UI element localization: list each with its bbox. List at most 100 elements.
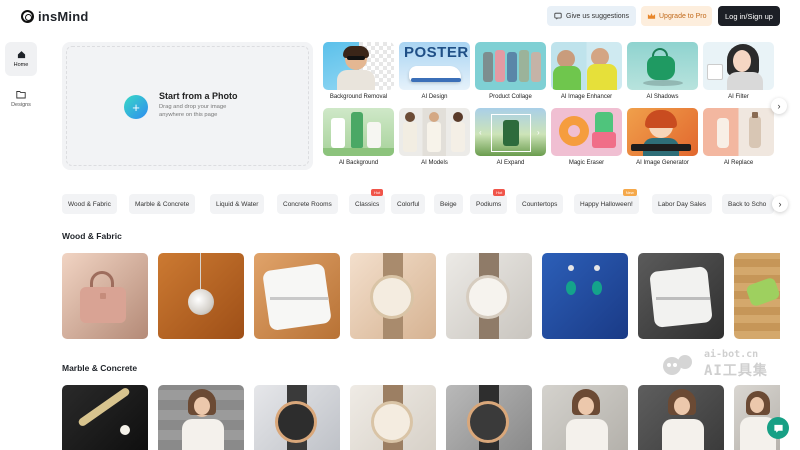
chip-category[interactable]: Happy Halloween! New (574, 189, 639, 214)
chevron-right-icon: › (778, 199, 782, 209)
upgrade-pro-label: Upgrade to Pro (659, 12, 707, 20)
tool-thumb (627, 108, 698, 156)
sidebar-item-designs[interactable]: Designs (5, 82, 37, 116)
sidebar-item-label: Home (13, 62, 29, 68)
watermark-line1: ai-bot.cn (704, 349, 759, 360)
chip-category[interactable]: Back to Scho (722, 194, 774, 214)
logo-text: insMind (38, 9, 89, 24)
hot-badge: Hot (493, 189, 506, 196)
tool-card-ai-replace[interactable]: AI Replace (703, 108, 774, 166)
chip-label: Labor Day Sales (658, 200, 707, 208)
watermark-line2: AI工具集 (704, 363, 768, 379)
template-thumb-pink-bag[interactable] (62, 253, 148, 339)
tool-label: AI Models (421, 160, 448, 166)
tool-card-ai-image-generator[interactable]: AI Image Generator (627, 108, 698, 166)
tool-thumb: ‹ › (475, 108, 546, 156)
poster-text: POSTER (404, 44, 469, 61)
tool-thumb (323, 108, 394, 156)
chevron-right-icon: › (777, 101, 781, 111)
chip-label: Marble & Concrete (135, 200, 190, 208)
chip-category[interactable]: Classics Hot (349, 189, 386, 214)
upload-title[interactable]: Start from a Photo (159, 91, 238, 101)
watermark: ai-bot.cn AI工具集 (658, 349, 768, 380)
chip-category[interactable]: Wood & Fabric (62, 194, 117, 214)
upgrade-pro-button[interactable]: Upgrade to Pro (641, 6, 713, 26)
tool-label: AI Shadows (646, 94, 679, 100)
chip-label: Liquid & Water (216, 200, 259, 208)
sidebar-item-home[interactable]: Home (5, 42, 37, 76)
chip-label: Podiums (476, 200, 502, 208)
tool-thumb (703, 42, 774, 90)
template-thumb-feather-brooch[interactable] (62, 385, 148, 450)
tools-next-button[interactable]: › (771, 98, 787, 114)
template-thumb-wood-socks[interactable] (734, 253, 780, 339)
tool-thumb (475, 42, 546, 90)
upload-subtitle: Drag and drop your image anywhere on thi… (159, 104, 227, 118)
tool-card-background-removal[interactable]: Background Removal (323, 42, 394, 100)
template-thumb-plate-dark[interactable] (638, 253, 724, 339)
crown-icon (647, 13, 656, 19)
tool-card-ai-image-enhancer[interactable]: AI Image Enhancer (551, 42, 622, 100)
template-thumb-model-dark[interactable] (638, 385, 724, 450)
chip-label: Classics (355, 200, 380, 208)
tool-thumb (323, 42, 394, 90)
chip-category[interactable]: Colorful (391, 194, 426, 214)
logo[interactable]: insMind (21, 9, 89, 24)
tool-card-ai-background[interactable]: AI Background (323, 108, 394, 166)
login-signup-button[interactable]: Log in/Sign up (718, 6, 780, 26)
tool-card-ai-filter[interactable]: AI Filter (703, 42, 774, 100)
tool-label: AI Expand (496, 160, 525, 166)
chat-support-button[interactable] (767, 417, 789, 439)
tool-label: AI Replace (723, 160, 754, 166)
template-thumb-watch-marble-light[interactable] (350, 385, 436, 450)
tool-label: AI Image Generator (636, 160, 689, 166)
template-thumb-watch-white[interactable] (446, 253, 532, 339)
tool-card-ai-models[interactable]: AI Models (399, 108, 470, 166)
tool-label: AI Image Enhancer (560, 94, 613, 100)
tool-card-magic-eraser[interactable]: Magic Eraser (551, 108, 622, 166)
suggestions-button[interactable]: Give us suggestions (547, 6, 637, 26)
template-thumb-model-light[interactable] (542, 385, 628, 450)
template-thumb-pendant[interactable] (158, 253, 244, 339)
tool-label: Background Removal (329, 94, 388, 100)
feedback-icon (554, 12, 562, 20)
tool-card-ai-expand[interactable]: ‹ › AI Expand (475, 108, 546, 166)
tool-label: AI Filter (728, 94, 749, 100)
tool-thumb (627, 42, 698, 90)
tool-label: Product Collage (489, 94, 532, 100)
chip-category[interactable]: Concrete Rooms (277, 194, 338, 214)
new-badge: New (622, 189, 637, 196)
section-title: Wood & Fabric (62, 231, 122, 241)
chip-category[interactable]: Countertops (516, 194, 564, 214)
chip-category[interactable]: Beige (434, 194, 463, 214)
chips-next-button[interactable]: › (772, 196, 788, 212)
chip-category[interactable]: Liquid & Water (210, 194, 265, 214)
tool-card-product-collage[interactable]: Product Collage (475, 42, 546, 100)
tool-card-ai-design[interactable]: POSTER AI Design (399, 42, 470, 100)
template-thumb-earrings[interactable] (542, 253, 628, 339)
tool-thumb (703, 108, 774, 156)
chip-category[interactable]: Marble & Concrete (129, 194, 196, 214)
chat-icon (773, 424, 783, 433)
home-icon (17, 51, 25, 59)
template-thumb-watch-marble[interactable] (254, 385, 340, 450)
chip-label: Happy Halloween! (580, 200, 633, 208)
tool-thumb (399, 108, 470, 156)
tool-thumb: POSTER (399, 42, 470, 90)
chip-label: Countertops (522, 200, 558, 208)
chip-category[interactable]: Podiums Hot (470, 189, 508, 214)
top-bar: insMind Give us suggestions Upgrade to P… (0, 0, 800, 33)
template-thumb-watch-beige[interactable] (350, 253, 436, 339)
template-thumb-plate-fork[interactable] (254, 253, 340, 339)
chip-label: Wood & Fabric (68, 200, 111, 208)
template-thumb-model-grey[interactable] (158, 385, 244, 450)
hot-badge: Hot (370, 189, 384, 196)
tool-card-ai-shadows[interactable]: AI Shadows (627, 42, 698, 100)
plus-icon[interactable]: + (124, 95, 148, 119)
template-thumb-watch-concrete[interactable] (446, 385, 532, 450)
chip-label: Colorful (397, 200, 420, 208)
robot-logo-icon (663, 354, 692, 375)
section-title: Marble & Concrete (62, 363, 138, 373)
folder-icon (16, 91, 26, 99)
chip-category[interactable]: Labor Day Sales (652, 194, 713, 214)
